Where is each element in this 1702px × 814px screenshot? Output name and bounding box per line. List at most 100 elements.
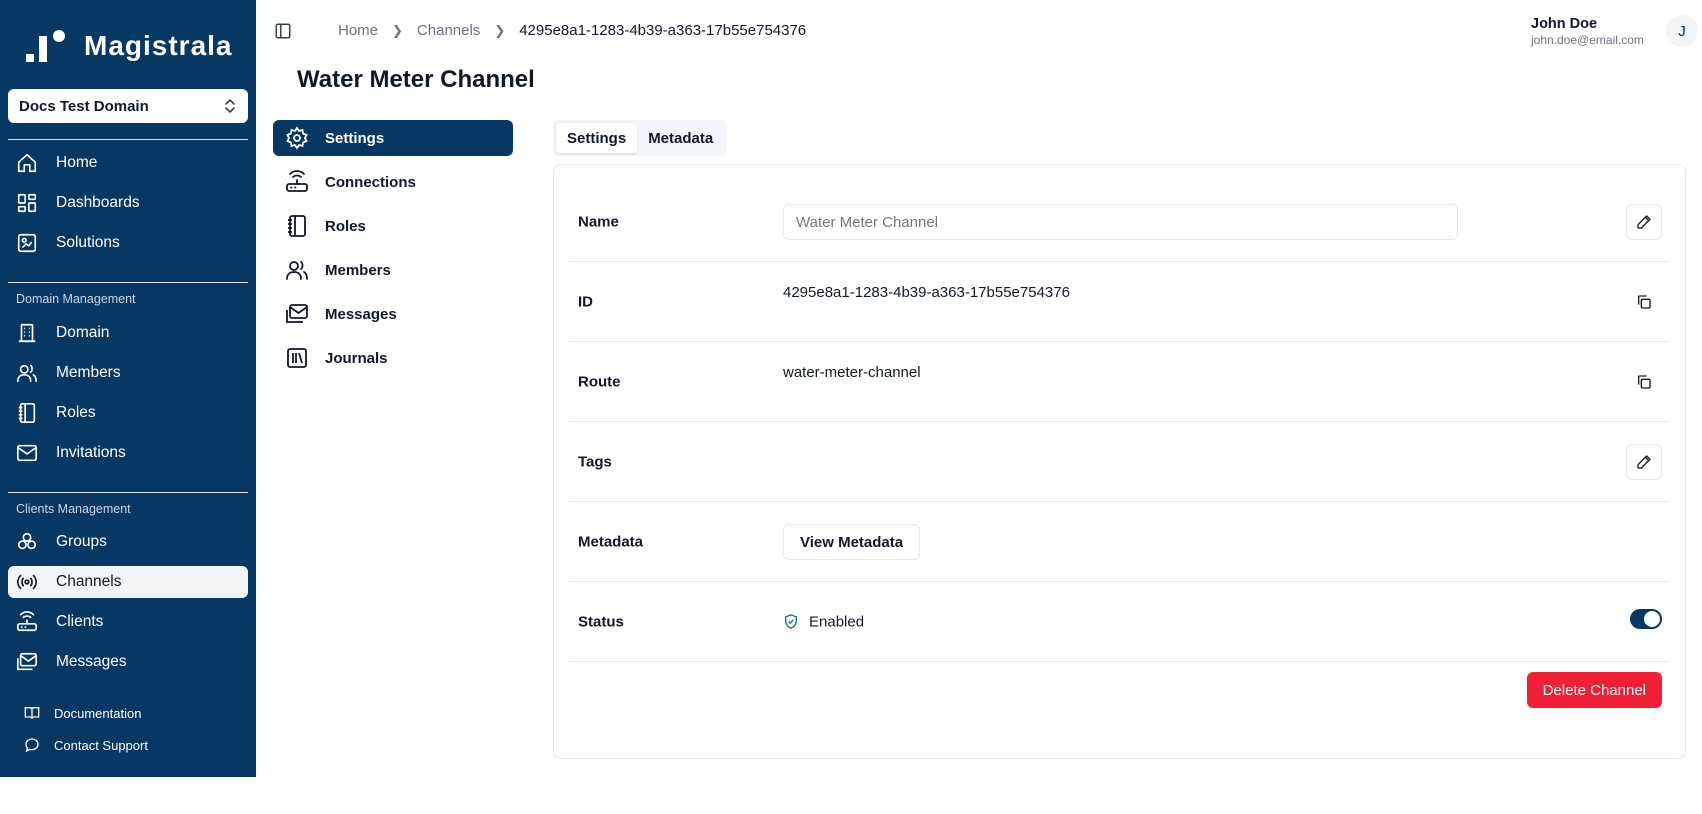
sidebar-item-label: Dashboards bbox=[56, 194, 140, 211]
sidebar-item-label: Members bbox=[56, 364, 121, 381]
shield-check-icon bbox=[785, 614, 797, 629]
home-icon bbox=[16, 152, 38, 174]
id-value: 4295e8a1-1283-4b39-a363-17b55e754376 bbox=[783, 284, 1070, 301]
sidebar-toggle-icon[interactable] bbox=[274, 22, 292, 40]
book-icon bbox=[24, 705, 40, 721]
subnav-label: Messages bbox=[325, 305, 397, 323]
copy-icon bbox=[1638, 375, 1651, 389]
sidebar-item-label: Messages bbox=[56, 653, 127, 670]
route-value: water-meter-channel bbox=[783, 364, 921, 381]
route-row: Route water-meter-channel bbox=[569, 342, 1670, 422]
tab-metadata[interactable]: Metadata bbox=[637, 123, 724, 153]
tab-list: Settings Metadata bbox=[553, 120, 728, 156]
sidebar-item-solutions[interactable]: Solutions bbox=[8, 227, 248, 259]
settings-card: Name ID 4295e8a1-1283-4b39-a363-17b55e75… bbox=[553, 164, 1686, 759]
chevron-right-icon: ❯ bbox=[494, 22, 506, 38]
status-label: Status bbox=[578, 613, 624, 630]
sidebar-item-roles[interactable]: Roles bbox=[8, 397, 248, 429]
avatar[interactable]: J bbox=[1666, 15, 1698, 47]
tags-label: Tags bbox=[578, 453, 612, 470]
sidebar-item-label: Channels bbox=[56, 573, 122, 590]
sidebar-item-label: Roles bbox=[56, 404, 96, 421]
name-input[interactable] bbox=[783, 204, 1458, 240]
edit-tags-button[interactable] bbox=[1626, 444, 1662, 480]
sidebar-footer-label: Contact Support bbox=[54, 737, 148, 753]
subnav-label: Journals bbox=[325, 349, 388, 367]
copy-id-button[interactable] bbox=[1626, 284, 1662, 320]
pencil-icon bbox=[1637, 215, 1651, 229]
mail-icon bbox=[16, 442, 38, 464]
status-row: Status Enabled bbox=[569, 582, 1670, 662]
sidebar-item-channels[interactable]: Channels bbox=[8, 566, 248, 598]
tab-settings[interactable]: Settings bbox=[556, 123, 638, 153]
divider bbox=[8, 492, 248, 493]
sidebar-footer-label: Documentation bbox=[54, 705, 142, 721]
chat-icon bbox=[24, 737, 40, 753]
building-icon bbox=[16, 322, 38, 344]
radio-icon bbox=[16, 571, 38, 593]
id-label: ID bbox=[578, 293, 593, 310]
router-icon bbox=[285, 170, 309, 194]
copy-route-button[interactable] bbox=[1626, 364, 1662, 400]
sidebar-item-members[interactable]: Members bbox=[8, 357, 248, 389]
edit-name-button[interactable] bbox=[1626, 204, 1662, 240]
subnav-item-messages[interactable]: Messages bbox=[273, 296, 513, 332]
status-toggle[interactable] bbox=[1630, 609, 1662, 629]
breadcrumb-channels[interactable]: Channels bbox=[417, 22, 480, 39]
router-icon bbox=[16, 611, 38, 633]
domain-selector[interactable]: Docs Test Domain bbox=[8, 89, 248, 123]
gear-icon bbox=[285, 126, 309, 150]
chevron-right-icon: ❯ bbox=[392, 22, 403, 38]
subnav-label: Members bbox=[325, 261, 391, 279]
subnav-item-connections[interactable]: Connections bbox=[273, 164, 513, 200]
sidebar-item-clients[interactable]: Clients bbox=[8, 606, 248, 638]
sidebar-item-label: Invitations bbox=[56, 444, 126, 461]
section-label-clients-management: Clients Management bbox=[16, 502, 131, 516]
groups-icon bbox=[16, 531, 38, 553]
sidebar-item-messages[interactable]: Messages bbox=[8, 646, 248, 678]
sidebar-item-home[interactable]: Home bbox=[8, 147, 248, 179]
user-info[interactable]: John Doe john.doe@email.com bbox=[1531, 17, 1644, 46]
subnav-label: Connections bbox=[325, 173, 416, 191]
library-icon bbox=[285, 346, 309, 370]
copy-icon bbox=[1638, 295, 1651, 309]
toggle-knob bbox=[1644, 611, 1660, 627]
subnav-item-roles[interactable]: Roles bbox=[273, 208, 513, 244]
divider bbox=[8, 139, 248, 140]
dashboard-icon bbox=[16, 192, 38, 214]
sidebar-item-label: Clients bbox=[56, 613, 104, 630]
sidebar-item-dashboards[interactable]: Dashboards bbox=[8, 187, 248, 219]
page-title: Water Meter Channel bbox=[297, 66, 535, 93]
logo[interactable]: Magistrala bbox=[26, 28, 233, 64]
sidebar-item-invitations[interactable]: Invitations bbox=[8, 437, 248, 469]
sidebar-item-domain[interactable]: Domain bbox=[8, 317, 248, 349]
route-label: Route bbox=[578, 373, 621, 390]
user-name: John Doe bbox=[1531, 16, 1598, 32]
sidebar-footer-documentation[interactable]: Documentation bbox=[24, 705, 141, 721]
users-icon bbox=[16, 362, 38, 384]
chevron-up-down-icon bbox=[225, 98, 235, 114]
section-label-domain-management: Domain Management bbox=[16, 292, 136, 306]
sidebar-item-label: Groups bbox=[56, 533, 107, 550]
breadcrumb-home[interactable]: Home bbox=[338, 22, 378, 39]
subnav-item-journals[interactable]: Journals bbox=[273, 340, 513, 376]
subnav-label: Roles bbox=[325, 217, 366, 235]
pencil-icon bbox=[1637, 455, 1651, 469]
name-row: Name bbox=[569, 182, 1670, 262]
tags-row: Tags bbox=[569, 422, 1670, 502]
status-indicator: Enabled bbox=[783, 613, 864, 630]
sidebar-item-groups[interactable]: Groups bbox=[8, 526, 248, 558]
notebook-icon bbox=[285, 214, 309, 238]
subnav-item-settings[interactable]: Settings bbox=[273, 120, 513, 156]
subnav-item-members[interactable]: Members bbox=[273, 252, 513, 288]
delete-channel-button[interactable]: Delete Channel bbox=[1526, 672, 1662, 708]
sidebar-footer-contact-support[interactable]: Contact Support bbox=[24, 737, 148, 753]
messages-icon bbox=[285, 302, 309, 326]
notebook-icon bbox=[16, 402, 38, 424]
metadata-label: Metadata bbox=[578, 533, 644, 550]
metadata-row: Metadata View Metadata bbox=[569, 502, 1670, 582]
solutions-icon bbox=[16, 232, 38, 254]
domain-selector-value: Docs Test Domain bbox=[19, 97, 149, 115]
view-metadata-button[interactable]: View Metadata bbox=[783, 524, 921, 560]
subnav-label: Settings bbox=[325, 129, 385, 147]
